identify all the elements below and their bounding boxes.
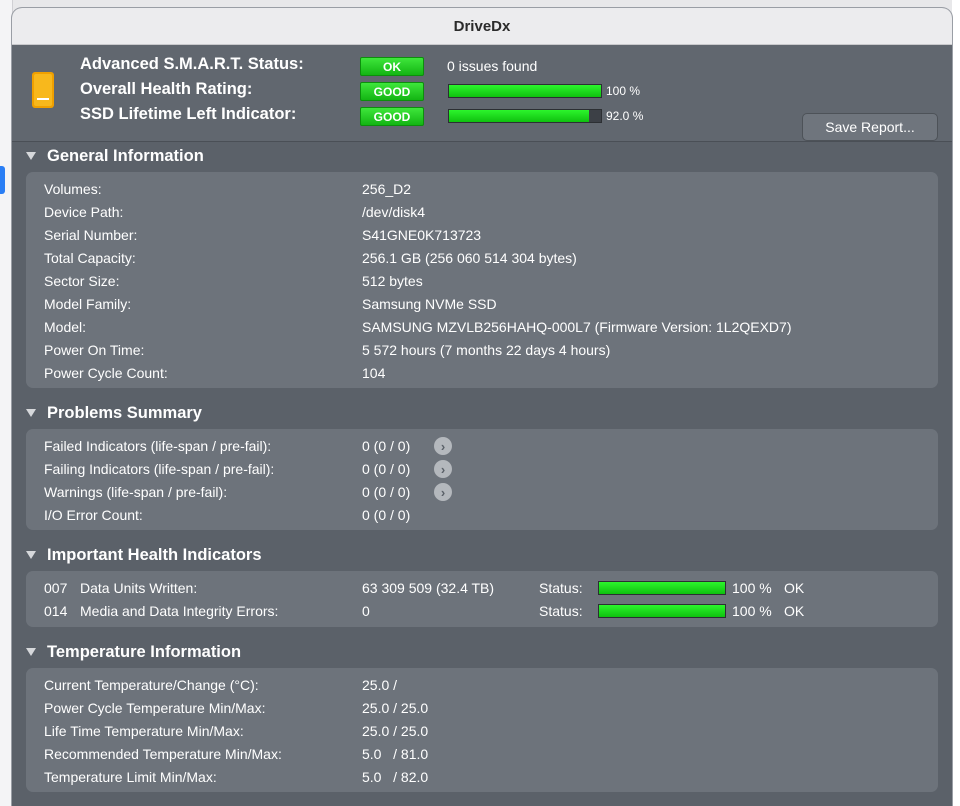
indicator-percent: 100 % [732,603,772,619]
section-title: Temperature Information [47,642,242,661]
lifetime-left-percent: 92.0 % [606,109,644,123]
smart-status-text: 0 issues found [447,58,538,74]
problem-value: 0 (0 / 0) [362,507,411,523]
temperature-value: 25.0 / 25.0 [362,700,429,716]
indicator-status-label: Status: [539,580,583,596]
disclosure-triangle-icon[interactable] [26,648,36,656]
health-rating-label: Overall Health Rating: [80,80,253,98]
window-title: DriveDx [453,17,511,35]
temperature-label: Recommended Temperature Min/Max: [44,746,282,762]
right-arrow-circle-icon[interactable]: › [434,483,452,501]
temperature-label: Temperature Limit Min/Max: [44,769,217,785]
temperature-label: Power Cycle Temperature Min/Max: [44,700,266,716]
temperature-value: 25.0 / 25.0 [362,723,429,739]
indicator-status-label: Status: [539,603,583,619]
info-value: /dev/disk4 [362,204,426,220]
lifetime-left-bar [448,109,602,123]
disclosure-triangle-icon[interactable] [26,409,36,417]
temperature-label: Life Time Temperature Min/Max: [44,723,244,739]
info-value: 104 [362,365,386,381]
indicator-percent: 100 % [732,580,772,596]
indicator-id: 014 [44,603,68,619]
problem-label: Failed Indicators (life-span / pre-fail)… [44,438,272,454]
problems-summary-panel: Failed Indicators (life-span / pre-fail)… [26,429,938,530]
problem-value: 0 (0 / 0) [362,461,411,477]
temperature-value: 25.0 / [362,677,398,693]
info-label: Power On Time: [44,342,145,358]
info-value: 5 572 hours (7 months 22 days 4 hours) [362,342,611,358]
health-indicators-panel: 007 Data Units Written: 63 309 509 (32.4… [26,571,938,627]
indicator-state: OK [784,603,805,619]
temperature-value: 5.0 / 81.0 [362,746,429,762]
temperature-value: 5.0 / 82.0 [362,769,429,785]
indicator-status-bar [598,604,726,618]
health-rating-bar-fill [449,85,601,97]
indicator-status-bar [598,581,726,595]
section-title: Problems Summary [47,403,202,422]
problem-value: 0 (0 / 0) [362,438,411,454]
indicator-value: 0 [362,603,370,619]
indicator-id: 007 [44,580,68,596]
right-arrow-circle-icon[interactable]: › [434,460,452,478]
indicator-status-bar-fill [599,582,725,594]
info-label: Device Path: [44,204,124,220]
lifetime-left-bar-fill [449,110,589,122]
section-title: Important Health Indicators [47,545,262,564]
disclosure-triangle-icon[interactable] [26,152,36,160]
problem-label: Warnings (life-span / pre-fail): [44,484,228,500]
health-rating-percent: 100 % [606,84,641,98]
info-value: Samsung NVMe SSD [362,296,497,312]
save-report-button[interactable]: Save Report... [802,113,938,141]
info-label: Model Family: [44,296,132,312]
disclosure-triangle-icon[interactable] [26,551,36,559]
indicator-label: Data Units Written: [80,580,198,596]
health-indicators-header[interactable]: Important Health Indicators [26,544,262,566]
problem-label: Failing Indicators (life-span / pre-fail… [44,461,275,477]
indicator-state: OK [784,580,805,596]
info-label: Serial Number: [44,227,138,243]
info-label: Volumes: [44,181,102,197]
drivedx-window: DriveDx Advanced S.M.A.R.T. Status: OK 0… [12,8,952,806]
indicator-value: 63 309 509 (32.4 TB) [362,580,495,596]
smart-status-label: Advanced S.M.A.R.T. Status: [80,55,304,73]
temperature-information-header[interactable]: Temperature Information [26,641,241,663]
health-rating-badge: GOOD [360,82,424,101]
temperature-label: Current Temperature/Change (°C): [44,677,259,693]
problem-value: 0 (0 / 0) [362,484,411,500]
health-rating-bar [448,84,602,98]
info-label: Model: [44,319,87,335]
info-value: 256.1 GB (256 060 514 304 bytes) [362,250,577,266]
lifetime-left-badge: GOOD [360,107,424,126]
drive-icon [32,72,54,108]
smart-status-badge: OK [360,57,424,76]
background-selection-marker [0,166,5,194]
general-information-header[interactable]: General Information [26,145,204,167]
info-label: Power Cycle Count: [44,365,168,381]
right-arrow-circle-icon[interactable]: › [434,437,452,455]
indicator-status-bar-fill [599,605,725,617]
problem-label: I/O Error Count: [44,507,143,523]
indicator-label: Media and Data Integrity Errors: [80,603,279,619]
info-label: Sector Size: [44,273,120,289]
info-value: SAMSUNG MZVLB256HAHQ-000L7 (Firmware Ver… [362,319,792,335]
info-value: S41GNE0K713723 [362,227,482,243]
general-information-panel: Volumes: 256_D2 Device Path: /dev/disk4 … [26,172,938,388]
window-titlebar: DriveDx [12,8,952,45]
info-value: 512 bytes [362,273,423,289]
problems-summary-header[interactable]: Problems Summary [26,402,202,424]
info-label: Total Capacity: [44,250,136,266]
status-header: Advanced S.M.A.R.T. Status: OK 0 issues … [12,45,952,142]
background-window-edge [952,0,960,806]
lifetime-left-label: SSD Lifetime Left Indicator: [80,105,297,123]
temperature-information-panel: Current Temperature/Change (°C): 25.0 / … [26,668,938,792]
info-value: 256_D2 [362,181,412,197]
section-title: General Information [47,146,204,165]
